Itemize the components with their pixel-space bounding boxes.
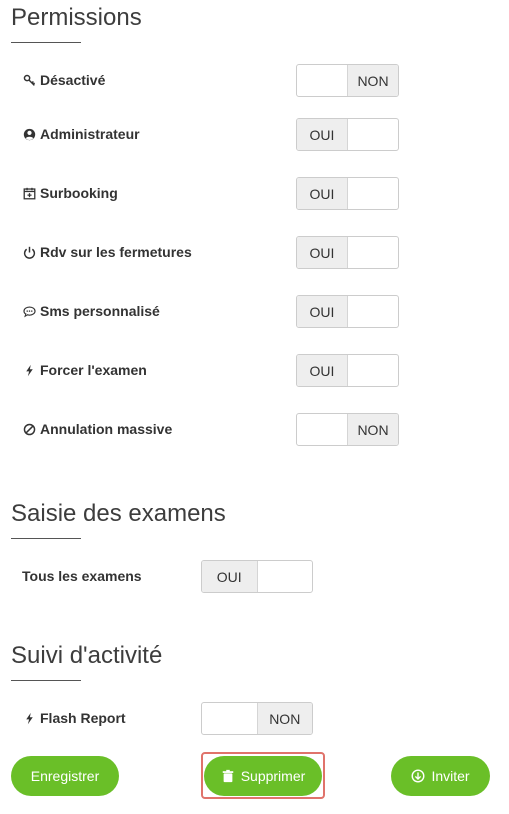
permission-label-surbooking: Surbooking <box>22 185 118 201</box>
toggle-off-side <box>202 703 257 734</box>
key-icon <box>22 73 36 87</box>
toggle-off-side <box>348 119 398 150</box>
toggle-annulation-massive[interactable]: NON <box>296 413 399 446</box>
save-button-label: Enregistrer <box>30 768 100 784</box>
bolt-icon <box>22 711 36 725</box>
section-divider <box>11 42 81 43</box>
toggle-state-label: OUI <box>202 561 258 592</box>
power-icon <box>22 245 36 259</box>
toggle-off-side <box>297 414 347 445</box>
user-circle-icon <box>22 127 36 141</box>
permission-label-annulation-massive: Annulation massive <box>22 421 172 437</box>
permission-label-text: Désactivé <box>40 72 106 88</box>
toggle-desactive[interactable]: NON <box>296 64 399 97</box>
toggle-surbooking[interactable]: OUI <box>296 177 399 210</box>
download-circle-icon <box>411 769 425 783</box>
toggle-state-label: OUI <box>297 355 348 386</box>
toggle-state-label: OUI <box>297 119 348 150</box>
permission-label-text: Surbooking <box>40 185 118 201</box>
save-button[interactable]: Enregistrer <box>11 756 119 796</box>
bolt-icon <box>22 363 36 377</box>
permission-label-flash-report: Flash Report <box>22 710 126 726</box>
section-title-activity: Suivi d'activité <box>11 642 163 669</box>
permission-label-forcer-examen: Forcer l'examen <box>22 362 147 378</box>
permission-label-administrateur: Administrateur <box>22 126 140 142</box>
trash-icon <box>221 769 235 783</box>
section-divider <box>11 538 81 539</box>
toggle-off-side <box>348 355 398 386</box>
permission-label-rdv-fermetures: Rdv sur les fermetures <box>22 244 192 260</box>
toggle-state-label: OUI <box>297 237 348 268</box>
toggle-off-side <box>348 237 398 268</box>
permission-label-sms: Sms personnalisé <box>22 303 160 319</box>
ban-icon <box>22 422 36 436</box>
toggle-off-side <box>297 65 347 96</box>
toggle-state-label: OUI <box>297 178 348 209</box>
permission-label-text: Forcer l'examen <box>40 362 147 378</box>
toggle-off-side <box>348 178 398 209</box>
permission-label-text: Flash Report <box>40 710 126 726</box>
section-divider <box>11 680 81 681</box>
permission-label-text: Administrateur <box>40 126 140 142</box>
invite-button[interactable]: Inviter <box>391 756 490 796</box>
delete-button[interactable]: Supprimer <box>204 756 322 796</box>
section-title-exams: Saisie des examens <box>11 500 226 527</box>
section-title-permissions: Permissions <box>11 4 142 31</box>
permission-label-text: Sms personnalisé <box>40 303 160 319</box>
toggle-off-side <box>348 296 398 327</box>
toggle-administrateur[interactable]: OUI <box>296 118 399 151</box>
toggle-forcer-examen[interactable]: OUI <box>296 354 399 387</box>
permission-label-text: Tous les examens <box>22 568 142 584</box>
permission-label-desactive: Désactivé <box>22 72 105 88</box>
toggle-tous-examens[interactable]: OUI <box>201 560 313 593</box>
toggle-state-label: NON <box>256 703 312 734</box>
delete-button-label: Supprimer <box>240 768 306 784</box>
toggle-off-side <box>258 561 313 592</box>
toggle-state-label: OUI <box>297 296 348 327</box>
toggle-sms[interactable]: OUI <box>296 295 399 328</box>
calendar-plus-icon <box>22 186 36 200</box>
toggle-flash-report[interactable]: NON <box>201 702 313 735</box>
toggle-state-label: NON <box>347 414 398 445</box>
permission-label-tous-examens: Tous les examens <box>22 568 142 584</box>
permission-label-text: Rdv sur les fermetures <box>40 244 192 260</box>
permission-label-text: Annulation massive <box>40 421 173 437</box>
toggle-rdv-fermetures[interactable]: OUI <box>296 236 399 269</box>
invite-button-label: Inviter <box>431 768 470 784</box>
toggle-state-label: NON <box>347 65 398 96</box>
comment-icon <box>22 304 36 318</box>
